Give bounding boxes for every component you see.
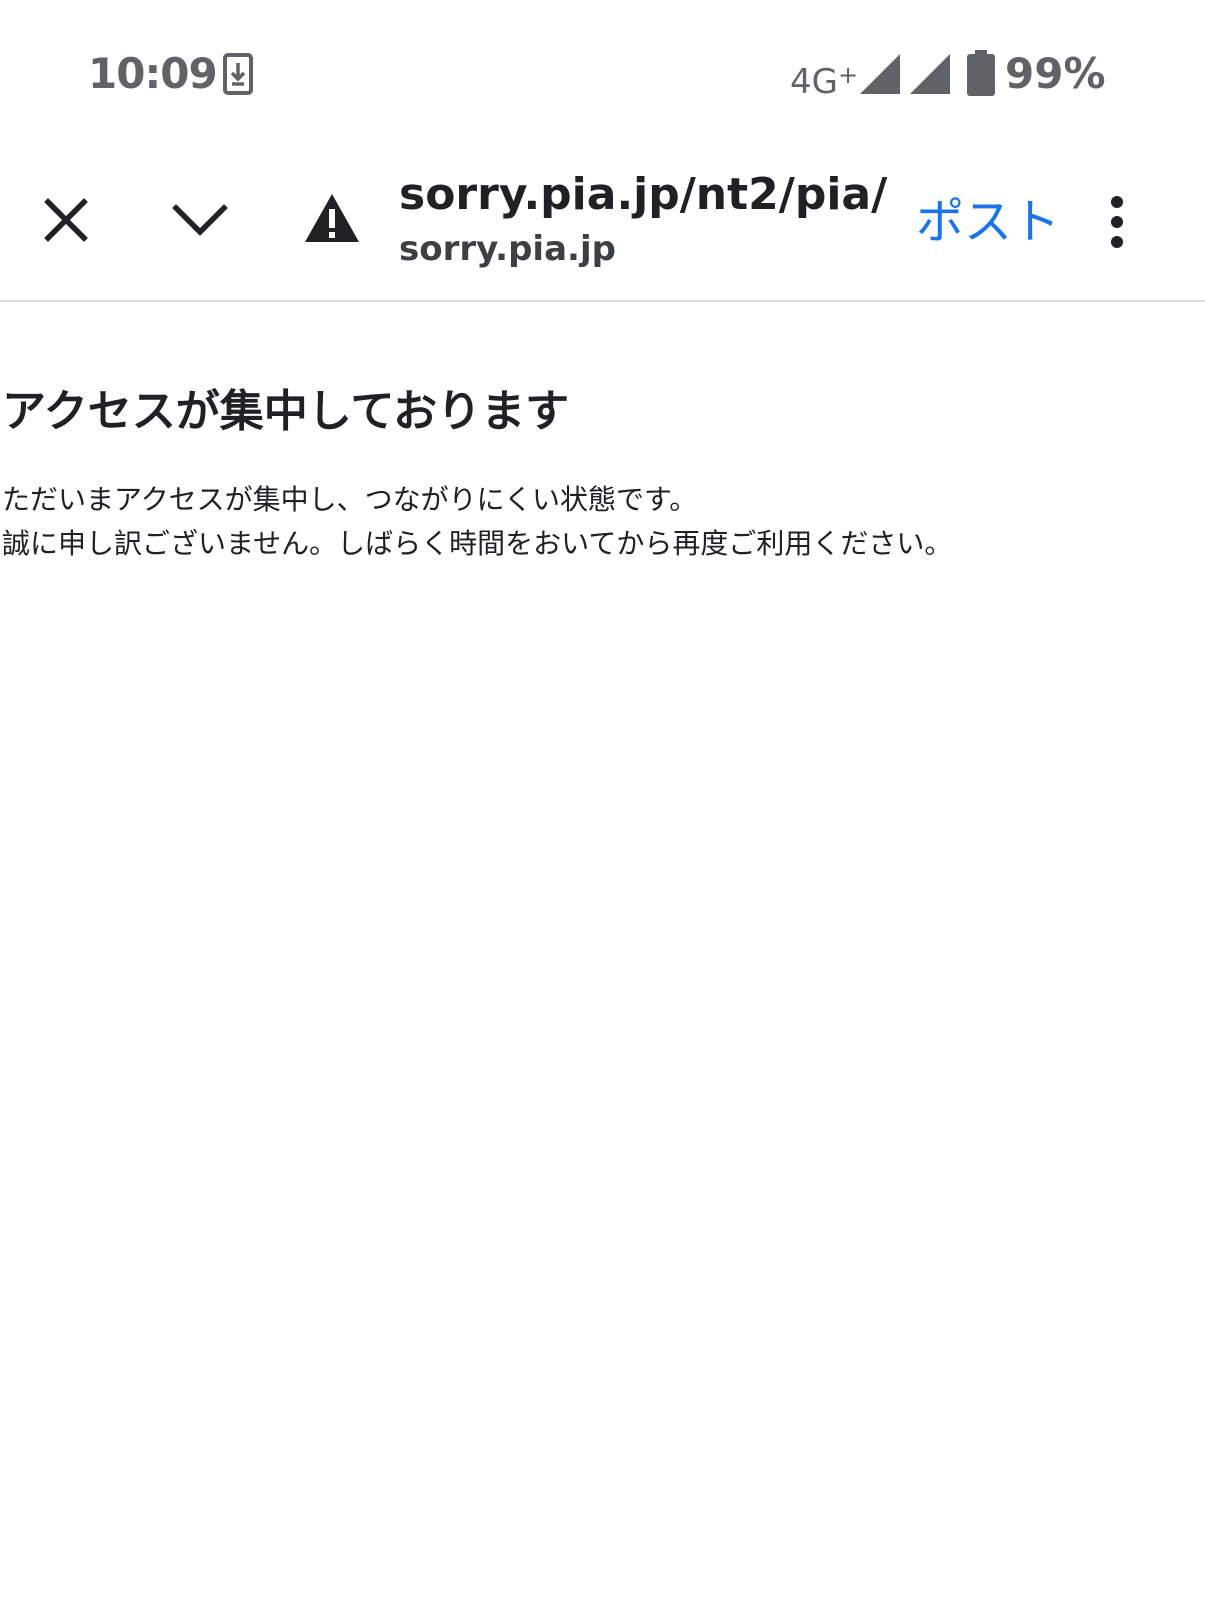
- more-menu-button[interactable]: [1100, 194, 1134, 250]
- signal-icon: [910, 54, 950, 94]
- battery-level: 99%: [1005, 49, 1106, 98]
- browser-toolbar: sorry.pia.jp/nt2/pia/ sorry.pia.jp ポスト: [0, 150, 1205, 302]
- minimize-button[interactable]: [168, 194, 232, 246]
- signal-icon: [860, 54, 900, 94]
- page-host: sorry.pia.jp: [399, 229, 616, 269]
- page-heading: アクセスが集中しております: [2, 386, 570, 437]
- page-url: sorry.pia.jp/nt2/pia/: [399, 169, 888, 220]
- close-icon: [44, 198, 88, 242]
- more-vert-icon: [1111, 196, 1123, 248]
- status-time: 10:09: [88, 49, 218, 98]
- network-type: 4G+: [790, 52, 858, 105]
- download-notification-icon: [223, 53, 253, 95]
- battery-icon: [967, 50, 995, 96]
- page-message: ただいまアクセスが集中し、つながりにくい状態です。 誠に申し訳ございません。しば…: [2, 478, 952, 566]
- network-type-label: 4G: [790, 62, 838, 102]
- message-line: 誠に申し訳ございません。しばらく時間をおいてから再度ご利用ください。: [2, 527, 953, 560]
- warning-icon[interactable]: [303, 192, 361, 244]
- address-bar[interactable]: sorry.pia.jp/nt2/pia/ sorry.pia.jp: [399, 166, 899, 274]
- message-line: ただいまアクセスが集中し、つながりにくい状態です。: [2, 483, 698, 516]
- close-button[interactable]: [36, 190, 96, 250]
- chevron-down-icon: [172, 204, 228, 236]
- network-type-suffix: +: [837, 61, 859, 89]
- status-bar: 10:09 4G+ 99%: [0, 0, 1205, 150]
- post-button[interactable]: ポスト: [916, 190, 1060, 254]
